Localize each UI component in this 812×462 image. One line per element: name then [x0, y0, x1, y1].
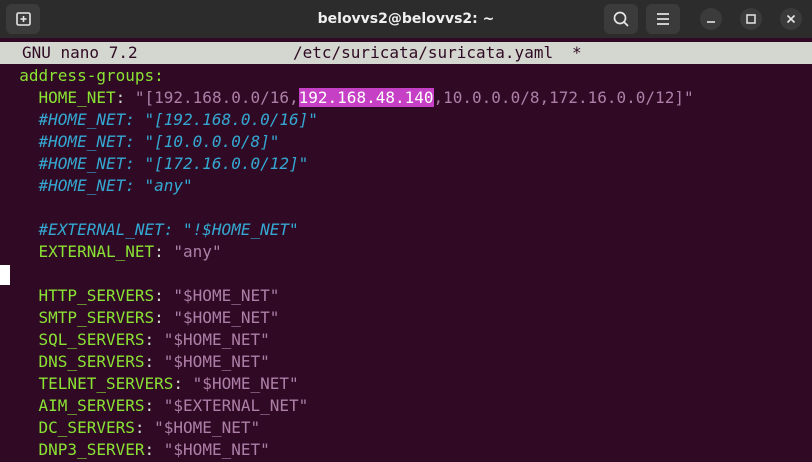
yaml-value: "$HOME_NET"	[163, 352, 270, 371]
yaml-value: "$HOME_NET"	[173, 308, 280, 327]
yaml-key: HOME_NET	[38, 88, 116, 107]
window-titlebar[interactable]: belovvs2@belovvs2: ~	[0, 0, 812, 38]
editor-line: HTTP_SERVERS: "$HOME_NET"	[0, 285, 812, 307]
editor-line: #HOME_NET: "any"	[0, 175, 812, 197]
text-cursor	[0, 264, 10, 285]
yaml-value: "$EXTERNAL_NET"	[163, 396, 309, 415]
yaml-separator: :	[115, 88, 126, 107]
editor-line: DC_SERVERS: "$HOME_NET"	[0, 417, 812, 439]
editor-line: EXTERNAL_NET: "any"	[0, 241, 812, 263]
yaml-key: SMTP_SERVERS	[38, 308, 155, 327]
yaml-separator: :	[154, 308, 164, 327]
yaml-value: "$HOME_NET"	[173, 286, 280, 305]
yaml-key: DNP3_SERVER	[38, 440, 145, 459]
yaml-separator: :	[134, 418, 145, 437]
menu-button[interactable]	[646, 4, 680, 34]
yaml-value: "$HOME_NET"	[163, 330, 270, 349]
yaml-separator: :	[144, 396, 155, 415]
yaml-comment: #HOME_NET: "any"	[38, 176, 193, 195]
editor-line: SQL_SERVERS: "$HOME_NET"	[0, 329, 812, 351]
search-highlight: 192.168.48.140	[298, 88, 434, 107]
search-button[interactable]	[604, 4, 638, 34]
window-title: belovvs2@belovvs2: ~	[317, 11, 495, 27]
editor-line-empty	[0, 197, 812, 219]
editor-line: TELNET_SERVERS: "$HOME_NET"	[0, 373, 812, 395]
yaml-separator: :	[144, 440, 155, 459]
editor-line: #HOME_NET: "[172.16.0.0/12]"	[0, 153, 812, 175]
minimize-icon	[707, 21, 715, 23]
yaml-comment: #EXTERNAL_NET: "!$HOME_NET"	[38, 220, 299, 239]
yaml-key: address-groups:	[19, 66, 164, 85]
yaml-comment: #HOME_NET: "[10.0.0.0/8]"	[38, 132, 280, 151]
yaml-key: EXTERNAL_NET	[38, 242, 155, 261]
close-button[interactable]	[780, 8, 802, 30]
yaml-separator: :	[144, 352, 155, 371]
file-path: /etc/suricata/suricata.yaml	[293, 43, 554, 62]
yaml-key: HTTP_SERVERS	[38, 286, 155, 305]
minimize-button[interactable]	[700, 8, 722, 30]
yaml-separator: :	[144, 330, 155, 349]
editor-line: DNP3_SERVER: "$HOME_NET"	[0, 439, 812, 461]
nano-header-bar: GNU nano 7.2 /etc/suricata/suricata.yaml…	[0, 42, 812, 64]
yaml-value: "$HOME_NET"	[154, 418, 261, 437]
hamburger-menu-icon	[657, 13, 669, 25]
yaml-value: "$HOME_NET"	[163, 440, 270, 459]
yaml-key: SQL_SERVERS	[38, 330, 145, 349]
search-icon	[613, 11, 629, 27]
editor-text[interactable]: address-groups: HOME_NET: "[192.168.0.0/…	[0, 65, 812, 461]
yaml-value: "any"	[173, 242, 222, 261]
editor-line: #HOME_NET: "[10.0.0.0/8]"	[0, 131, 812, 153]
maximize-button[interactable]	[740, 8, 762, 30]
yaml-key: TELNET_SERVERS	[38, 374, 174, 393]
editor-line: #HOME_NET: "[192.168.0.0/16]"	[0, 109, 812, 131]
modified-indicator: *	[572, 43, 582, 62]
editor-line: address-groups:	[0, 65, 812, 87]
editor-line: #EXTERNAL_NET: "!$HOME_NET"	[0, 219, 812, 241]
editor-line: SMTP_SERVERS: "$HOME_NET"	[0, 307, 812, 329]
yaml-key: DC_SERVERS	[38, 418, 135, 437]
editor-line: HOME_NET: "[192.168.0.0/16,192.168.48.14…	[0, 87, 812, 109]
yaml-value: ,10.0.0.0/8,172.16.0.0/12]"	[433, 88, 694, 107]
yaml-key: AIM_SERVERS	[38, 396, 145, 415]
close-icon	[786, 14, 796, 24]
terminal-area[interactable]: GNU nano 7.2 /etc/suricata/suricata.yaml…	[0, 38, 812, 462]
editor-line-cursor	[0, 263, 812, 285]
yaml-value: "$HOME_NET"	[192, 374, 299, 393]
yaml-separator: :	[154, 242, 164, 261]
yaml-comment: #HOME_NET: "[172.16.0.0/12]"	[38, 154, 309, 173]
maximize-icon	[746, 14, 756, 24]
yaml-comment: #HOME_NET: "[192.168.0.0/16]"	[38, 110, 318, 129]
yaml-value: "[192.168.0.0/16,	[134, 88, 299, 107]
yaml-separator: :	[173, 374, 184, 393]
yaml-separator: :	[154, 286, 164, 305]
nano-version: GNU nano 7.2	[22, 43, 138, 62]
editor-line: AIM_SERVERS: "$EXTERNAL_NET"	[0, 395, 812, 417]
editor-line: DNS_SERVERS: "$HOME_NET"	[0, 351, 812, 373]
yaml-key: DNS_SERVERS	[38, 352, 145, 371]
